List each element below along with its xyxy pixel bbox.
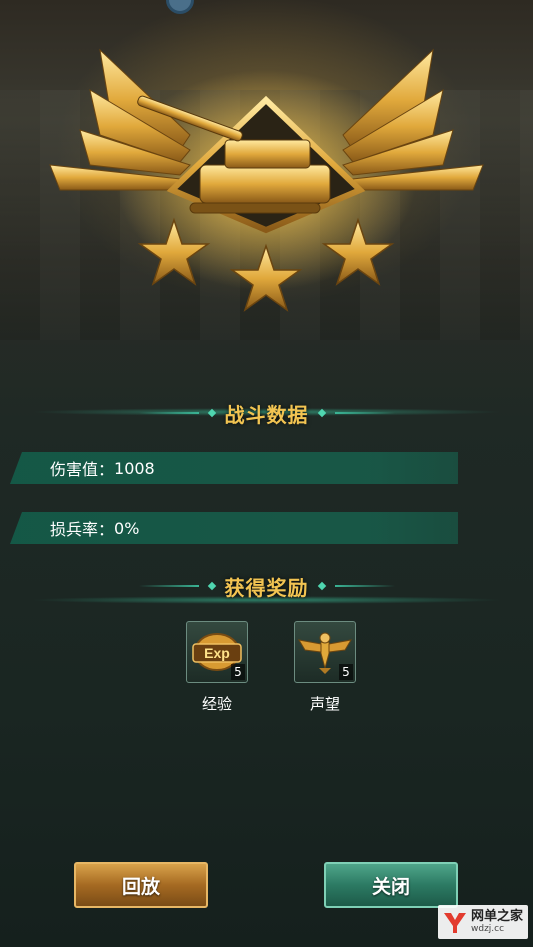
divider-line: [138, 412, 199, 414]
reward-item-exp[interactable]: Exp 5 经验: [185, 621, 249, 714]
reward-count: 5: [231, 664, 245, 680]
rewards-title: 获得奖励: [224, 575, 309, 600]
replay-button[interactable]: 回放: [74, 862, 208, 908]
divider-line: [334, 585, 395, 587]
diamond-icon: [317, 408, 326, 418]
damage-label: 伤害值：: [50, 460, 115, 479]
battle-stats-header: 战斗数据: [0, 398, 533, 428]
damage-row: 伤害值： 1008: [10, 452, 458, 484]
watermark-url: wdzj.cc: [471, 924, 505, 934]
reward-item-prestige[interactable]: 5 声望: [293, 621, 357, 714]
battle-stats-title: 战斗数据: [224, 402, 309, 427]
loss-rate-label: 损兵率：: [50, 520, 115, 539]
svg-text:Exp: Exp: [204, 645, 230, 661]
damage-value: 1008: [114, 458, 155, 478]
close-button[interactable]: 关闭: [324, 862, 458, 908]
watermark-brand: 网单之家: [471, 909, 524, 924]
diamond-icon: [207, 408, 216, 418]
reward-count: 5: [339, 664, 353, 680]
reward-slot[interactable]: Exp 5: [186, 621, 248, 683]
loss-rate-value: 0%: [114, 518, 140, 538]
divider-line: [138, 585, 199, 587]
diamond-icon: [317, 581, 326, 591]
logo-icon: [444, 913, 466, 933]
divider-line: [334, 412, 395, 414]
diamond-icon: [207, 581, 216, 591]
reward-name: 声望: [309, 695, 340, 713]
rewards-header: 获得奖励: [0, 571, 533, 601]
reward-slot[interactable]: 5: [294, 621, 356, 683]
watermark-logo: 网单之家 wdzj.cc: [438, 905, 528, 939]
reward-name: 经验: [201, 695, 232, 713]
tank-emblem-icon: [49, 48, 484, 312]
loss-rate-row: 损兵率： 0%: [10, 512, 458, 544]
